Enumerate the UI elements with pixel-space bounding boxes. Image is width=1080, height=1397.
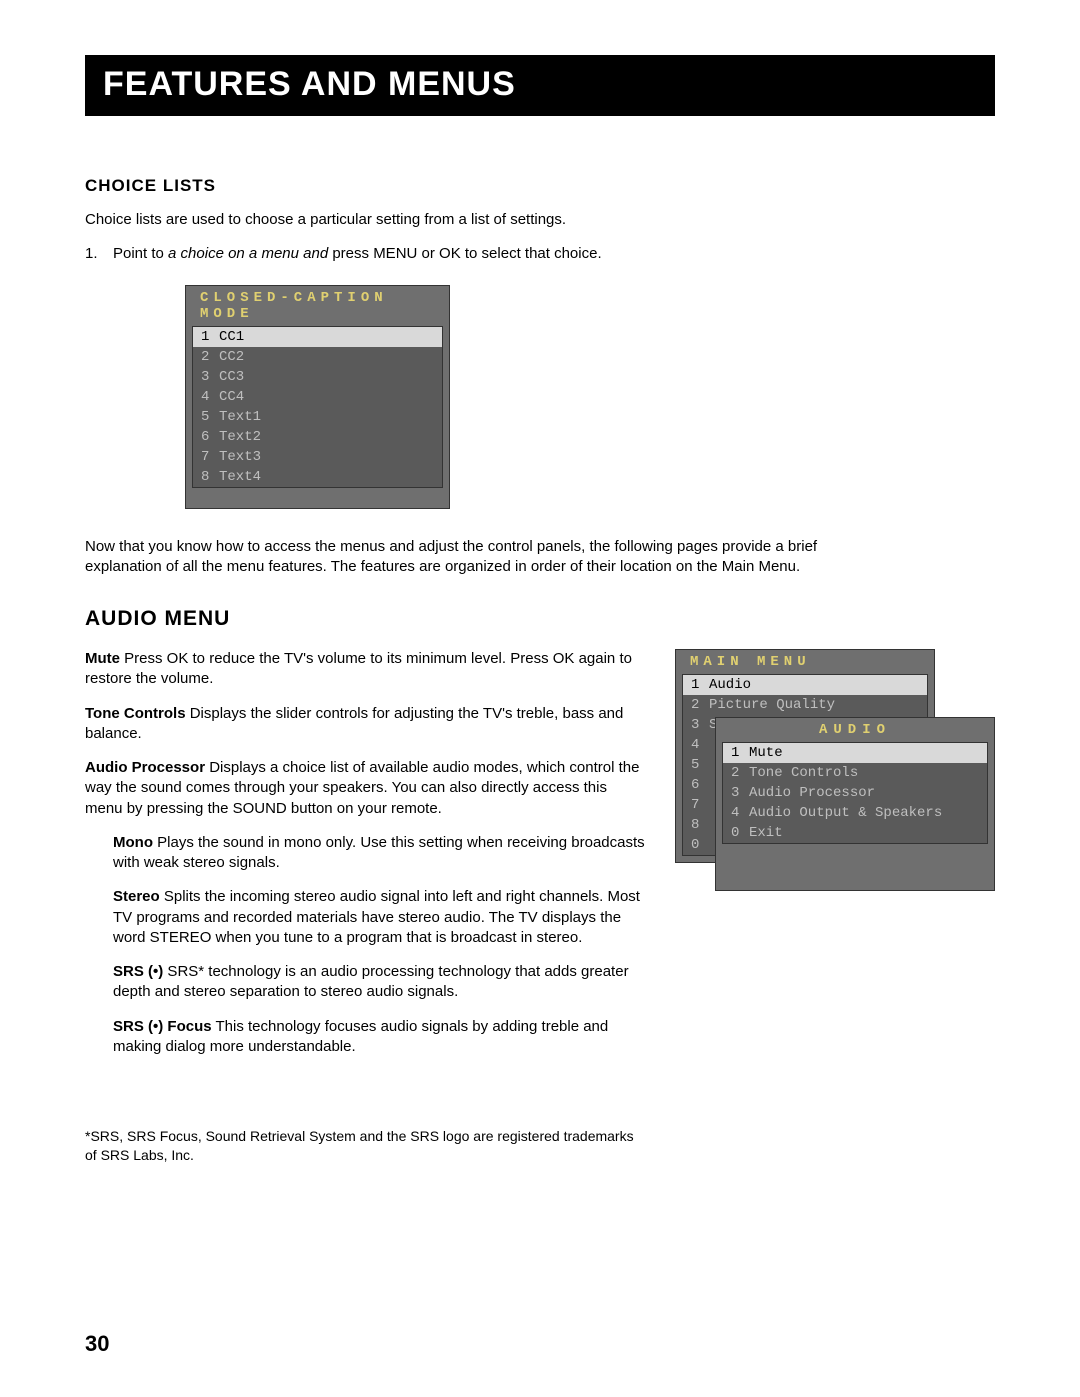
audio-submenu-title: AUDIO [716,718,994,742]
item-number: 8 [201,469,219,485]
mono-para: Mono Plays the sound in mono only. Use t… [113,833,645,874]
choice-lists-section: CHOICE LISTS Choice lists are used to ch… [85,176,995,577]
list-item: 3CC3 [193,367,442,387]
item-number: 2 [201,349,219,365]
item-label: CC3 [219,369,244,385]
item-number: 3 [731,785,749,801]
closed-caption-osd: CLOSED-CAPTION MODE 1CC12CC23CC34CC45Tex… [185,285,450,509]
list-item: 1Mute [723,743,987,763]
list-item: 5Text1 [193,407,442,427]
item-label: Text2 [219,429,261,445]
list-item: 6Text2 [193,427,442,447]
item-number: 7 [201,449,219,465]
item-number: 1 [691,677,709,693]
audio-submenu-list: 1Mute2Tone Controls3Audio Processor4Audi… [722,742,988,844]
item-number: 0 [731,825,749,841]
list-item: 7Text3 [193,447,442,467]
item-number: 6 [691,777,709,793]
choice-lists-heading: CHOICE LISTS [85,176,995,196]
list-item: 8Text4 [193,467,442,487]
choice-step-1: 1. Point to a choice on a menu and press… [85,244,725,264]
proc-para: Audio Processor Displays a choice list o… [85,758,645,819]
cc-title: CLOSED-CAPTION MODE [186,286,449,326]
item-label: Tone Controls [749,765,858,781]
choice-after-text: Now that you know how to access the menu… [85,537,845,578]
item-label: Mute [749,745,783,761]
step-number: 1. [85,244,113,264]
srs-footnote: *SRS, SRS Focus, Sound Retrieval System … [85,1127,645,1165]
item-number: 3 [201,369,219,385]
list-item: 0Exit [723,823,987,843]
chapter-header: FEATURES AND MENUS [85,55,995,116]
item-number: 8 [691,817,709,833]
item-label: Audio Output & Speakers [749,805,942,821]
item-label: Audio Processor [749,785,875,801]
item-number: 5 [691,757,709,773]
item-label: Text4 [219,469,261,485]
audio-menu-section: AUDIO MENU Mute Press OK to reduce the T… [85,607,995,1165]
item-number: 7 [691,797,709,813]
audio-osd-stack: MAIN MENU 1Audio2Picture Quality3Screen4… [675,649,995,863]
audio-submenu-osd: AUDIO 1Mute2Tone Controls3Audio Processo… [715,717,995,891]
item-label: Exit [749,825,783,841]
mute-para: Mute Press OK to reduce the TV's volume … [85,649,645,690]
list-item: 4CC4 [193,387,442,407]
list-item: 4Audio Output & Speakers [723,803,987,823]
item-label: Text1 [219,409,261,425]
item-label: Text3 [219,449,261,465]
choice-intro: Choice lists are used to choose a partic… [85,210,725,230]
list-item: 2CC2 [193,347,442,367]
item-number: 4 [731,805,749,821]
item-number: 1 [731,745,749,761]
item-label: CC1 [219,329,244,345]
list-item: 3Audio Processor [723,783,987,803]
item-number: 2 [691,697,709,713]
item-number: 5 [201,409,219,425]
tone-para: Tone Controls Displays the slider contro… [85,704,645,745]
item-label: CC4 [219,389,244,405]
item-number: 1 [201,329,219,345]
item-number: 4 [201,389,219,405]
item-number: 0 [691,837,709,853]
item-label: Audio [709,677,751,693]
cc-list: 1CC12CC23CC34CC45Text16Text27Text38Text4 [192,326,443,488]
item-label: CC2 [219,349,244,365]
item-number: 6 [201,429,219,445]
page-number: 30 [85,1331,109,1357]
main-menu-title: MAIN MENU [676,650,934,674]
srs-para: SRS (•) SRS* technology is an audio proc… [113,962,645,1003]
list-item: 1CC1 [193,327,442,347]
list-item: 2Tone Controls [723,763,987,783]
item-number: 4 [691,737,709,753]
audio-heading: AUDIO MENU [85,607,995,631]
item-label: Picture Quality [709,697,835,713]
step-text: Point to a choice on a menu and press ME… [113,244,602,264]
srsfocus-para: SRS (•) Focus This technology focuses au… [113,1017,645,1058]
list-item: 2Picture Quality [683,695,927,715]
item-number: 3 [691,717,709,733]
stereo-para: Stereo Splits the incoming stereo audio … [113,887,645,948]
list-item: 1Audio [683,675,927,695]
item-number: 2 [731,765,749,781]
